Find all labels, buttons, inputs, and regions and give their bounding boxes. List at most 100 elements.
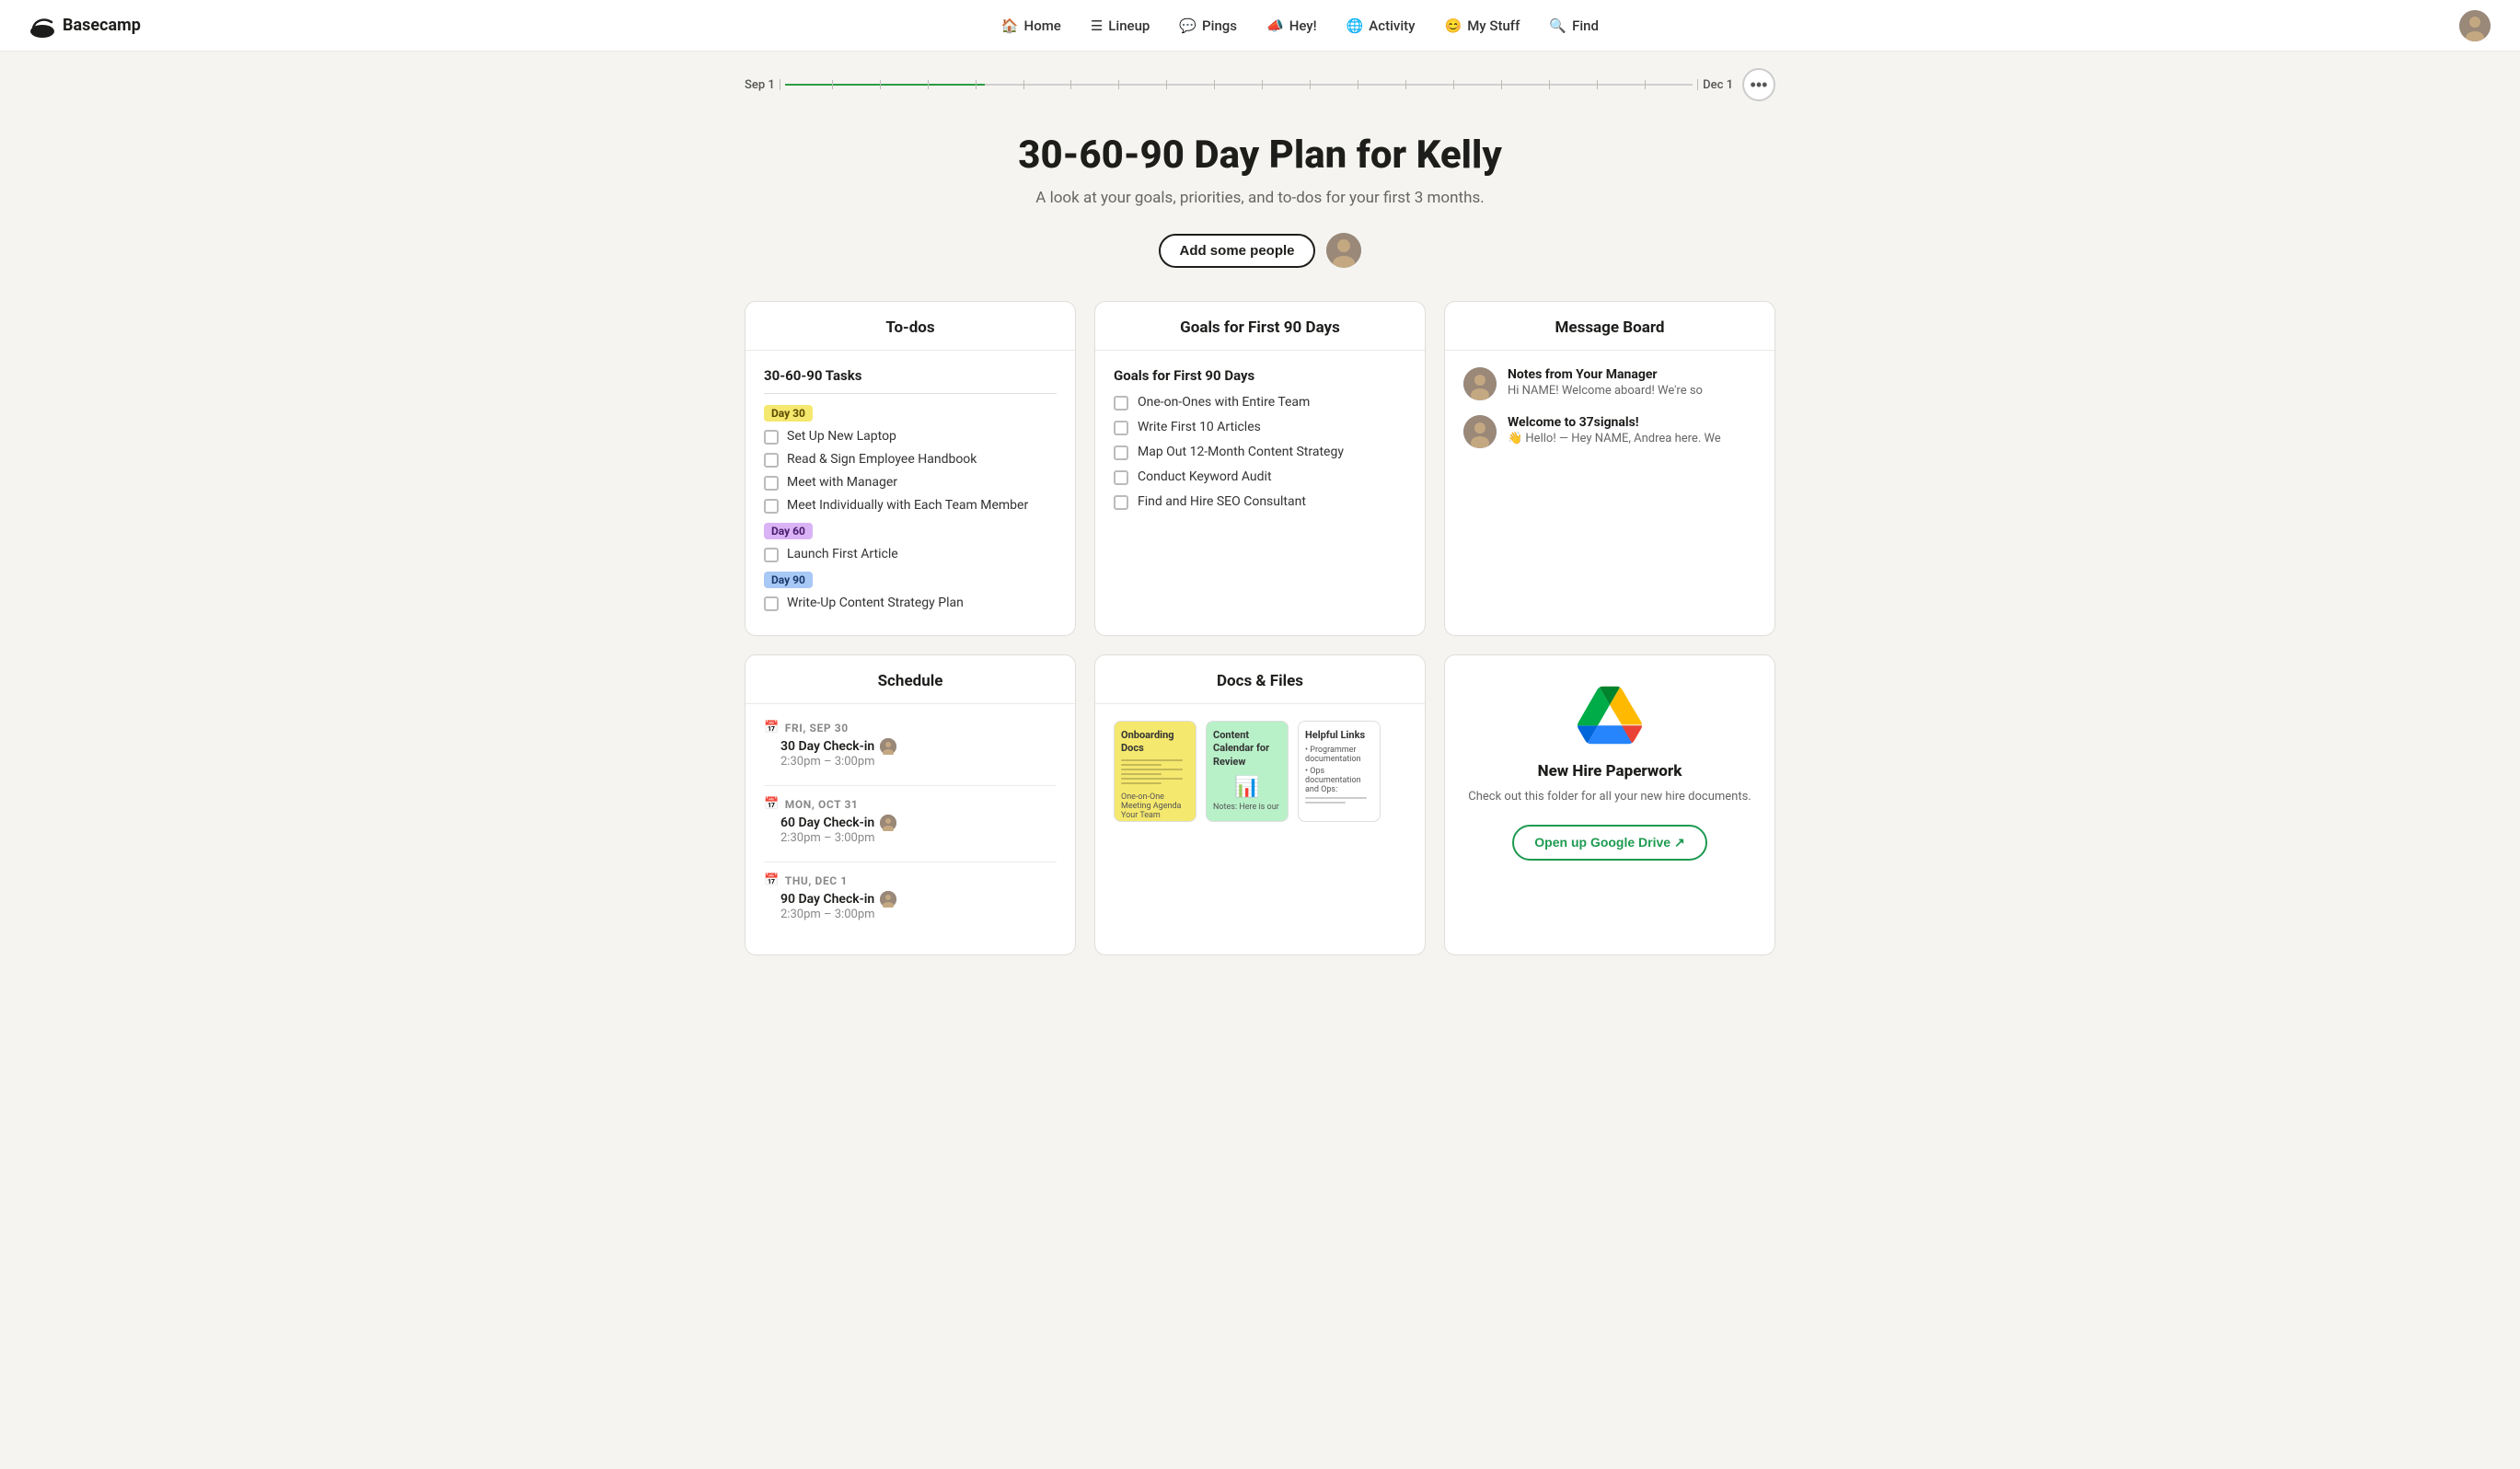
goal-label: One-on-Ones with Entire Team	[1138, 395, 1310, 410]
doc-title: Onboarding Docs	[1121, 729, 1189, 756]
todo-item: Read & Sign Employee Handbook	[764, 452, 1057, 468]
message-preview: 👋 Hello! — Hey NAME, Andrea here. We	[1508, 432, 1721, 445]
schedule-event-time: 2:30pm – 3:00pm	[780, 755, 1057, 769]
todo-label: Write-Up Content Strategy Plan	[787, 596, 964, 610]
todo-label: Set Up New Laptop	[787, 429, 896, 444]
find-icon: 🔍	[1549, 17, 1566, 34]
schedule-date: 📅 FRI, SEP 30	[764, 721, 1057, 734]
doc-subtext: • Programmer documentation	[1305, 746, 1373, 764]
timeline-tick	[1166, 80, 1167, 89]
goal-checkbox[interactable]	[1114, 396, 1128, 411]
google-drive-icon	[1578, 683, 1642, 747]
nav-hey[interactable]: 📣 Hey!	[1254, 12, 1330, 40]
message-title: Notes from Your Manager	[1508, 367, 1703, 382]
logo-text: Basecamp	[63, 16, 141, 35]
main-content: Sep 1	[708, 52, 1812, 1011]
doc-line	[1121, 759, 1183, 761]
schedule-date: 📅 THU, DEC 1	[764, 873, 1057, 887]
todo-checkbox[interactable]	[764, 548, 779, 562]
open-drive-button[interactable]: Open up Google Drive ↗	[1512, 825, 1706, 861]
todo-checkbox[interactable]	[764, 453, 779, 468]
todos-card: To-dos 30-60-90 Tasks Day 30 Set Up New …	[745, 301, 1076, 636]
docs-card: Docs & Files Onboarding Docs	[1094, 654, 1426, 955]
schedule-event-name: 90 Day Check-in	[780, 891, 1057, 908]
todos-section-title: 30-60-90 Tasks	[764, 367, 1057, 384]
timeline-more-button[interactable]: •••	[1742, 68, 1775, 101]
timeline-tick	[1262, 80, 1263, 89]
timeline-tick	[1645, 80, 1646, 89]
timeline-tick	[1597, 80, 1598, 89]
goal-item: Write First 10 Articles	[1114, 420, 1406, 435]
doc-subtext: One-on-One Meeting Agenda	[1121, 792, 1189, 811]
avatar-image	[1326, 233, 1361, 268]
goal-item: Find and Hire SEO Consultant	[1114, 494, 1406, 510]
nav-lineup[interactable]: ☰ Lineup	[1078, 12, 1163, 40]
page-subtitle: A look at your goals, priorities, and to…	[745, 189, 1775, 207]
hero-user-avatar[interactable]	[1326, 233, 1361, 268]
schedule-event-name: 30 Day Check-in	[780, 738, 1057, 755]
todo-checkbox[interactable]	[764, 476, 779, 491]
message-avatar	[1463, 367, 1497, 400]
todos-card-body: 30-60-90 Tasks Day 30 Set Up New Laptop …	[746, 351, 1075, 635]
hero-actions: Add some people	[745, 233, 1775, 268]
todo-checkbox[interactable]	[764, 499, 779, 514]
doc-line	[1121, 769, 1183, 770]
nav-mystuff[interactable]: 😊 My Stuff	[1432, 12, 1533, 40]
schedule-date: 📅 MON, OCT 31	[764, 797, 1057, 811]
nav-find[interactable]: 🔍 Find	[1536, 12, 1612, 40]
goal-checkbox[interactable]	[1114, 421, 1128, 435]
event-avatar	[880, 891, 896, 908]
doc-title: Helpful Links	[1305, 729, 1365, 742]
todo-checkbox[interactable]	[764, 430, 779, 445]
doc-item[interactable]: Content Calendar for Review 📊 Notes: Her…	[1206, 721, 1289, 827]
docs-card-body: Onboarding Docs One-on-One Meeting Agend…	[1095, 704, 1425, 843]
todo-label: Meet with Manager	[787, 475, 897, 490]
add-people-button[interactable]: Add some people	[1159, 234, 1314, 268]
user-avatar[interactable]	[2459, 10, 2491, 41]
message-content: Notes from Your Manager Hi NAME! Welcome…	[1508, 367, 1703, 398]
timeline-tick	[976, 80, 977, 89]
logo[interactable]: Basecamp	[29, 13, 141, 39]
google-drive-card: New Hire Paperwork Check out this folder…	[1444, 654, 1775, 955]
timeline-tick	[928, 80, 929, 89]
goal-label: Write First 10 Articles	[1138, 420, 1261, 434]
message-item[interactable]: Notes from Your Manager Hi NAME! Welcome…	[1463, 367, 1756, 400]
schedule-event: 📅 MON, OCT 31 60 Day Check-in	[764, 797, 1057, 845]
doc-lines	[1121, 759, 1189, 787]
goal-checkbox[interactable]	[1114, 470, 1128, 485]
timeline-tick	[1070, 80, 1071, 89]
doc-item[interactable]: Helpful Links • Programmer documentation…	[1298, 721, 1381, 827]
schedule-card: Schedule 📅 FRI, SEP 30 30 Day Check-in	[745, 654, 1076, 955]
nav-home[interactable]: 🏠 Home	[988, 12, 1074, 40]
nav-pings[interactable]: 💬 Pings	[1166, 12, 1250, 40]
timeline-tick	[1023, 80, 1024, 89]
todos-card-header: To-dos	[746, 302, 1075, 351]
timeline-tick	[832, 80, 833, 89]
goal-checkbox[interactable]	[1114, 495, 1128, 510]
message-item[interactable]: Welcome to 37signals! 👋 Hello! — Hey NAM…	[1463, 415, 1756, 448]
timeline-tick	[1118, 80, 1119, 89]
doc-line	[1121, 782, 1162, 784]
schedule-event-time: 2:30pm – 3:00pm	[780, 908, 1057, 921]
activity-icon: 🌐	[1347, 17, 1364, 34]
doc-line	[1121, 773, 1162, 775]
docs-card-header: Docs & Files	[1095, 655, 1425, 704]
lineup-icon: ☰	[1091, 17, 1103, 34]
timeline-start-label: Sep 1	[745, 78, 775, 92]
message-avatar	[1463, 415, 1497, 448]
timeline-tick	[880, 80, 881, 89]
todo-label: Read & Sign Employee Handbook	[787, 452, 977, 467]
doc-subtext: Notes: Here is our	[1213, 803, 1279, 812]
event-avatar	[880, 738, 896, 755]
doc-item[interactable]: Onboarding Docs One-on-One Meeting Agend…	[1114, 721, 1196, 827]
goal-checkbox[interactable]	[1114, 445, 1128, 460]
todo-checkbox[interactable]	[764, 596, 779, 611]
mystuff-icon: 😊	[1445, 17, 1462, 34]
timeline-tick	[1405, 80, 1406, 89]
nav-activity[interactable]: 🌐 Activity	[1334, 12, 1428, 40]
doc-subtext: Your Team	[1121, 811, 1161, 820]
drive-title: New Hire Paperwork	[1538, 762, 1682, 781]
doc-line	[1121, 778, 1183, 780]
calendar-icon: 📅	[764, 797, 780, 811]
goals-card: Goals for First 90 Days Goals for First …	[1094, 301, 1426, 636]
